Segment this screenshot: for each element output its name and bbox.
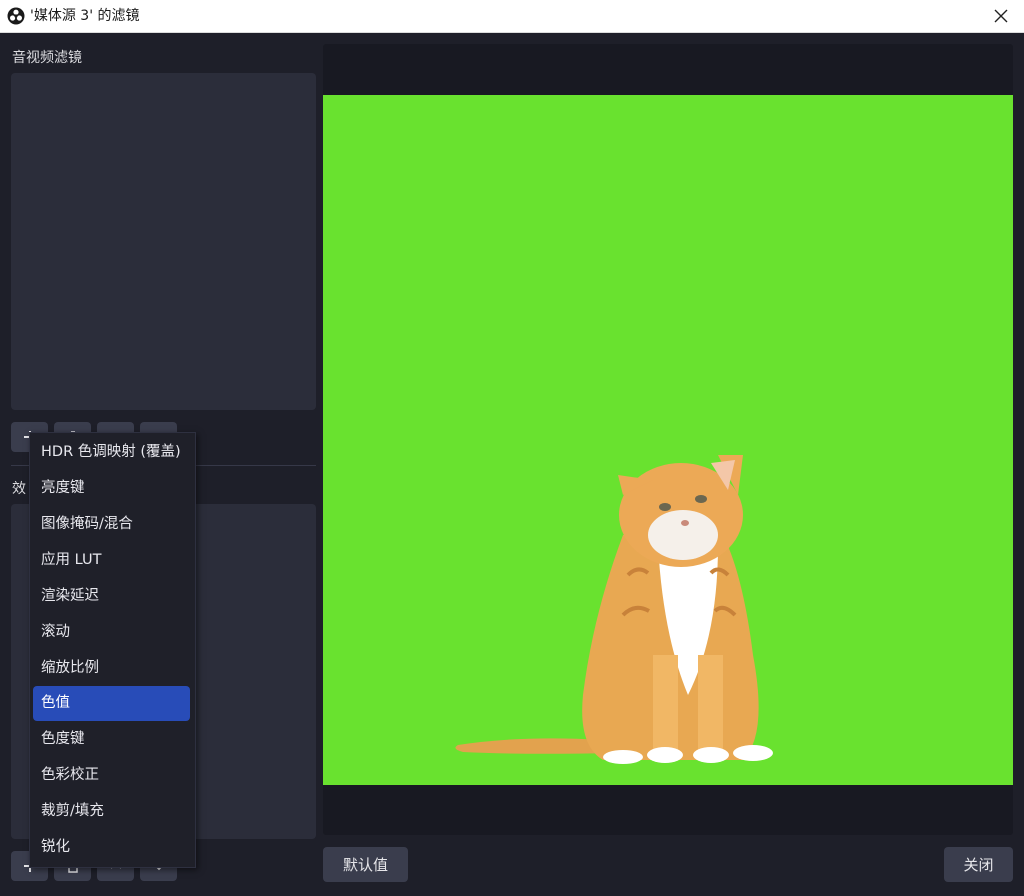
menu-item-color-correction[interactable]: 色彩校正 bbox=[33, 758, 190, 793]
window-close-button[interactable] bbox=[978, 0, 1024, 32]
effect-filters-label: 效 bbox=[12, 481, 26, 497]
menu-item-scroll[interactable]: 滚动 bbox=[33, 615, 190, 650]
close-button[interactable]: 关闭 bbox=[944, 847, 1013, 882]
menu-item-image-mask[interactable]: 图像掩码/混合 bbox=[33, 507, 190, 542]
menu-item-color-key[interactable]: 色值 bbox=[33, 686, 190, 721]
menu-item-luma-key[interactable]: 亮度键 bbox=[33, 471, 190, 506]
menu-item-crop-pad[interactable]: 裁剪/填充 bbox=[33, 794, 190, 829]
menu-item-scaling[interactable]: 缩放比例 bbox=[33, 651, 190, 686]
menu-item-chroma-key[interactable]: 色度键 bbox=[33, 722, 190, 757]
window-title: '媒体源 3' 的滤镜 bbox=[30, 8, 140, 24]
menu-item-sharpen[interactable]: 锐化 bbox=[33, 830, 190, 865]
av-filters-label: 音视频滤镜 bbox=[12, 50, 82, 66]
defaults-button[interactable]: 默认值 bbox=[323, 847, 408, 882]
menu-item-apply-lut[interactable]: 应用 LUT bbox=[33, 543, 190, 578]
av-filters-list[interactable] bbox=[11, 73, 316, 410]
close-icon bbox=[994, 9, 1008, 23]
menu-item-render-delay[interactable]: 渲染延迟 bbox=[33, 579, 190, 614]
kitten-image bbox=[455, 455, 773, 764]
title-bar: '媒体源 3' 的滤镜 bbox=[0, 0, 1024, 33]
add-filter-menu: HDR 色调映射 (覆盖) 亮度键 图像掩码/混合 应用 LUT 渲染延迟 滚动… bbox=[29, 432, 196, 868]
menu-item-hdr-tonemap[interactable]: HDR 色调映射 (覆盖) bbox=[33, 435, 190, 470]
preview-image bbox=[323, 95, 1013, 785]
obs-logo-icon bbox=[7, 7, 25, 25]
